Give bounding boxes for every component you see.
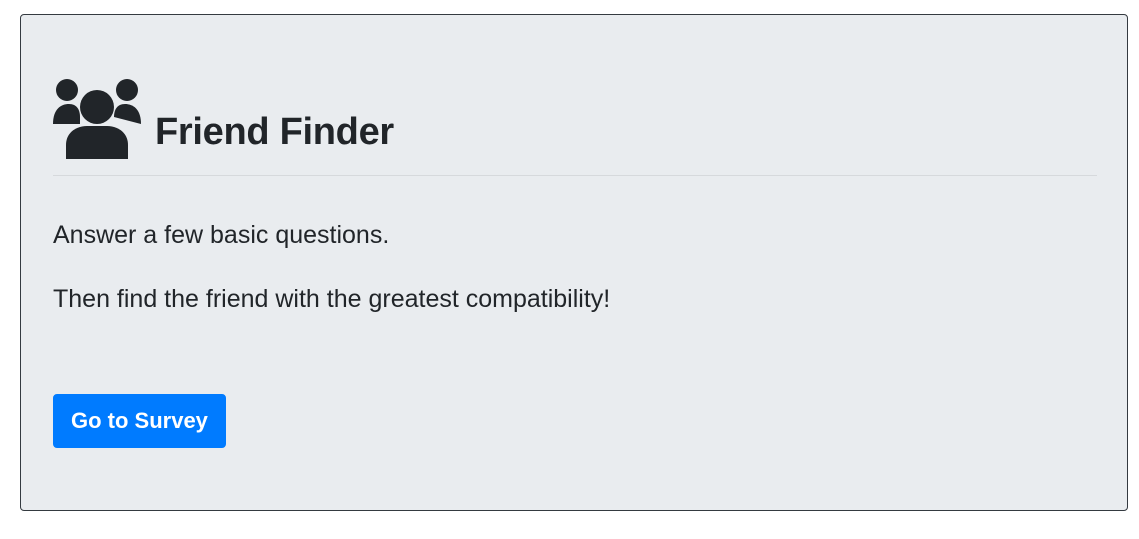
page-header: Friend Finder — [53, 77, 394, 159]
page-title: Friend Finder — [155, 111, 394, 153]
divider — [53, 175, 1097, 176]
jumbotron: Friend Finder Answer a few basic questio… — [20, 14, 1128, 511]
lead-text: Then find the friend with the greatest c… — [53, 285, 611, 313]
lead-text: Answer a few basic questions. — [53, 221, 390, 249]
go-to-survey-button[interactable]: Go to Survey — [53, 394, 226, 448]
users-icon — [53, 79, 141, 159]
